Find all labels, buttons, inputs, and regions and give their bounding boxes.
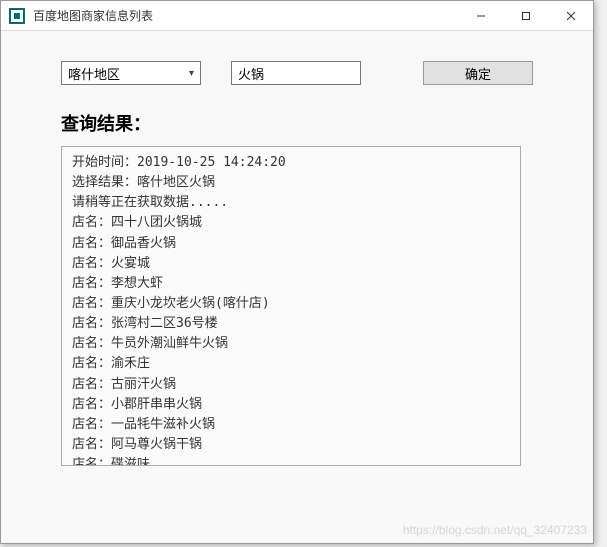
app-window: 百度地图商家信息列表 喀什地区 ▾ 确定 查询结果： 开始时间：201: [0, 0, 594, 544]
result-header: 查询结果：: [61, 110, 533, 136]
region-selected-label: 喀什地区: [68, 64, 120, 83]
client-area: 喀什地区 ▾ 确定 查询结果： 开始时间：2019-10-25 14:24:20…: [1, 31, 593, 486]
app-icon: [9, 8, 25, 24]
titlebar-controls: [458, 1, 593, 30]
minimize-button[interactable]: [458, 1, 503, 30]
ok-button-label: 确定: [465, 64, 491, 83]
watermark-text: https://blog.csdn.net/qq_32407233: [403, 523, 587, 537]
keyword-input[interactable]: [231, 61, 361, 85]
maximize-button[interactable]: [503, 1, 548, 30]
chevron-down-icon: ▾: [189, 68, 194, 79]
search-form: 喀什地区 ▾ 确定: [61, 61, 533, 85]
region-combobox[interactable]: 喀什地区 ▾: [61, 61, 201, 85]
window-title: 百度地图商家信息列表: [33, 7, 458, 24]
result-output: 开始时间：2019-10-25 14:24:20 选择结果：喀什地区火锅 请稍等…: [61, 146, 521, 466]
close-button[interactable]: [548, 1, 593, 30]
titlebar: 百度地图商家信息列表: [1, 1, 593, 31]
ok-button[interactable]: 确定: [423, 61, 533, 85]
